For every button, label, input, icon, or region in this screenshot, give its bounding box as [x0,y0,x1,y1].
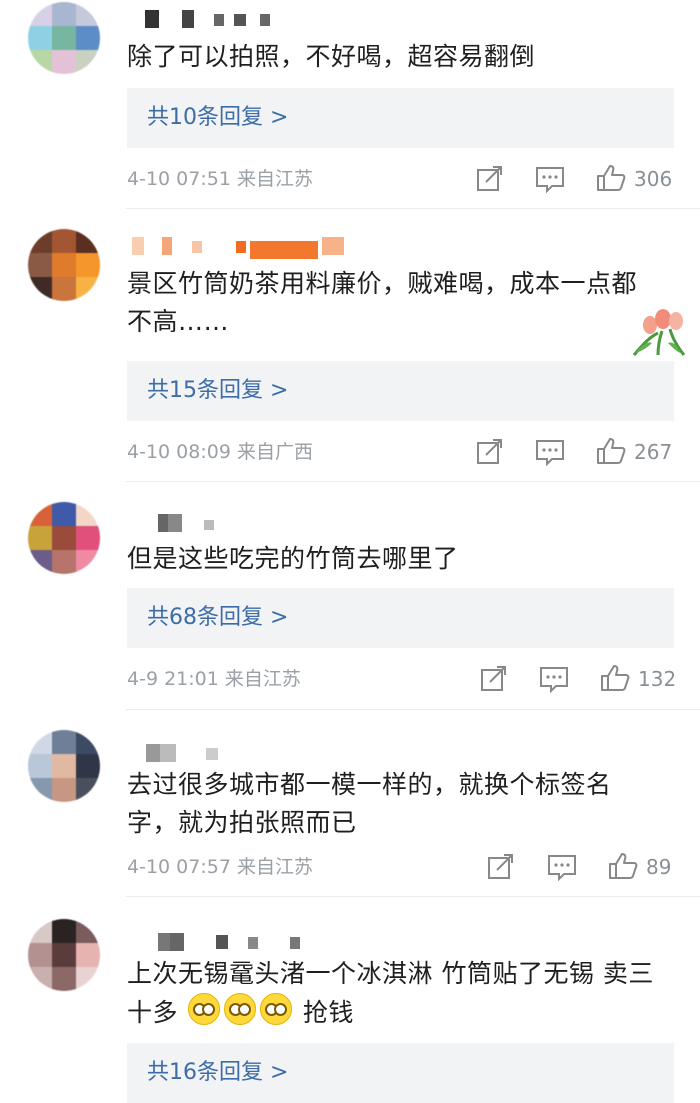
thumbs-up-icon[interactable] [596,437,626,465]
reply-count-link[interactable]: 共16条回复 > [127,1043,674,1103]
avatar[interactable] [28,730,100,802]
reply-count-link[interactable]: 共68条回复 > [127,588,674,648]
like-count: 132 [638,667,677,691]
comment-item: 除了可以拍照，不好喝，超容易翻倒 共10条回复 > 4-10 07:51 来自江… [0,0,700,208]
avatar[interactable] [28,502,100,574]
comment-text: 除了可以拍照，不好喝，超容易翻倒 [127,42,536,71]
timestamp-location: 4-10 07:57 来自江苏 [127,856,313,878]
like-count: 306 [634,167,673,191]
username-masked[interactable] [132,744,232,768]
comment-item: 但是这些吃完的竹筒去哪里了 共68条回复 > 4-9 21:01 来自江苏 13… [0,482,700,709]
comment-icon[interactable] [535,165,565,193]
username-masked[interactable] [132,514,222,538]
share-icon[interactable] [479,665,509,693]
thumbs-up-icon[interactable] [608,852,638,880]
comment-item: 景区竹筒奶茶用料廉价，贼难喝，成本一点都不高…… 共15条回复 > 4-10 0… [0,209,700,481]
username-masked[interactable] [132,237,352,261]
comment-text: 上次无锡鼋头渚一个冰淇淋 竹筒贴了无锡 卖三十多 抢钱 [127,955,657,1032]
comment-icon[interactable] [547,853,577,881]
avatar[interactable] [28,229,100,301]
timestamp-location: 4-9 21:01 来自江苏 [127,668,301,690]
share-icon[interactable] [475,165,505,193]
timestamp-location: 4-10 08:09 来自广西 [127,441,313,463]
username-masked[interactable] [132,10,282,34]
comment-icon[interactable] [535,438,565,466]
reply-count-link[interactable]: 共10条回复 > [127,88,674,148]
reply-count-link[interactable]: 共15条回复 > [127,361,674,421]
like-count: 267 [634,440,673,464]
thumbs-up-icon[interactable] [596,164,626,192]
comment-item: 去过很多城市都一模一样的，就换个标签名字，就为拍张照而已 4-10 07:57 … [0,710,700,896]
timestamp-location: 4-10 07:51 来自江苏 [127,168,313,190]
comment-item: 上次无锡鼋头渚一个冰淇淋 竹筒贴了无锡 卖三十多 抢钱 共16条回复 > [0,897,700,1103]
comment-text-tail: 抢钱 [302,998,354,1027]
tulip-sticker-icon [632,309,686,356]
username-masked[interactable] [132,933,312,957]
smiling-face-with-glasses-emoji [188,993,221,1025]
smiling-face-with-glasses-emoji [260,993,293,1025]
like-count: 89 [646,855,672,879]
comment-text: 景区竹筒奶茶用料廉价，贼难喝，成本一点都不高…… [127,269,638,336]
share-icon[interactable] [486,853,516,881]
avatar[interactable] [28,2,100,74]
thumbs-up-icon[interactable] [600,664,630,692]
avatar[interactable] [28,919,100,991]
comment-text: 去过很多城市都一模一样的，就换个标签名字，就为拍张照而已 [127,770,612,837]
share-icon[interactable] [475,438,505,466]
comment-icon[interactable] [539,665,569,693]
smiling-face-with-glasses-emoji [224,993,257,1025]
comment-text: 但是这些吃完的竹筒去哪里了 [127,544,459,573]
